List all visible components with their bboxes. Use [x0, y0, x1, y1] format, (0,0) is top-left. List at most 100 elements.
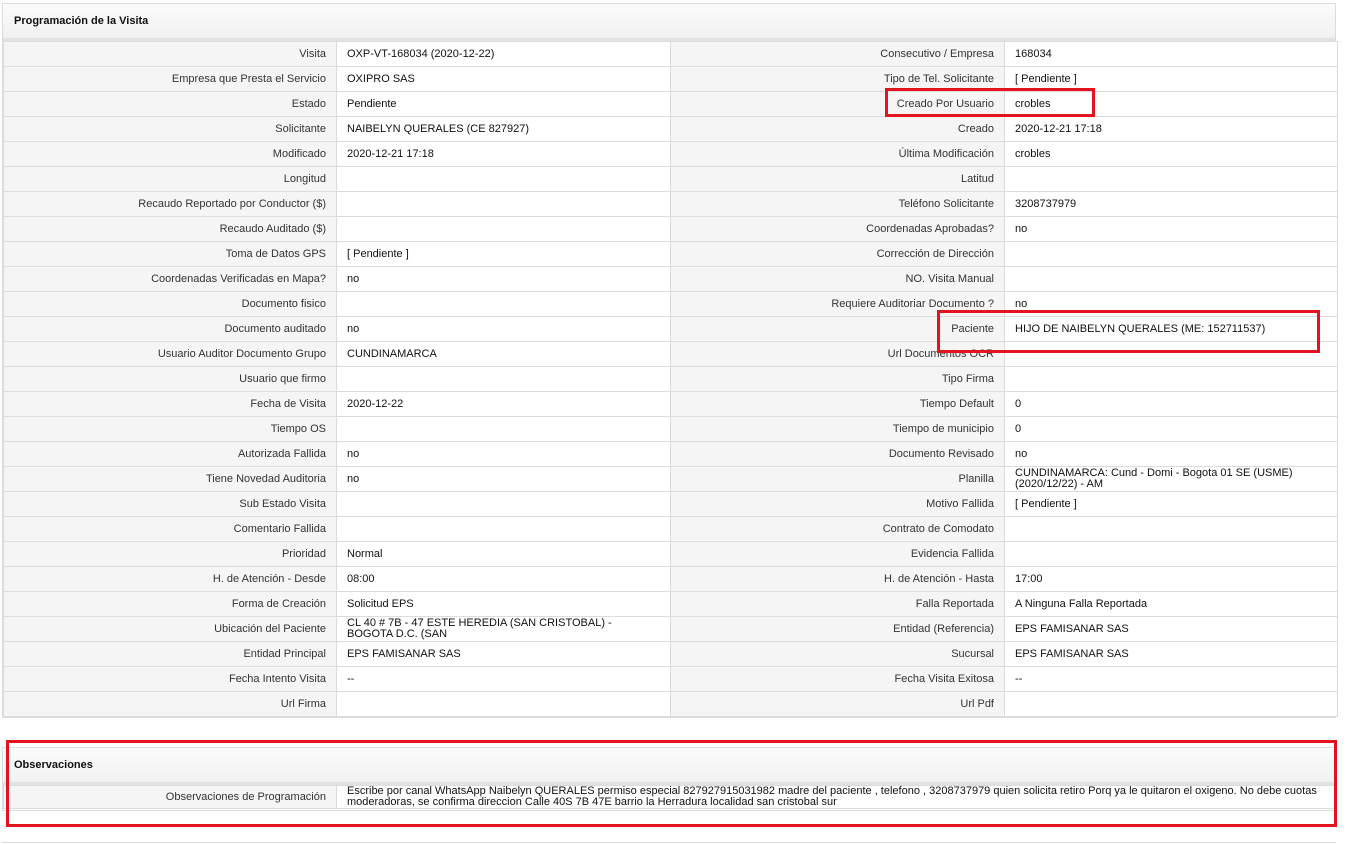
field-value: 17:00 — [1004, 566, 1338, 592]
table-row: Tiene Novedad Auditoria no Planilla CUNDIN… — [3, 466, 1338, 492]
field-label: Contrato de Comodato — [670, 516, 1005, 542]
field-value: 2020-12-22 — [336, 391, 671, 417]
field-label: Tiempo Default — [670, 391, 1005, 417]
field-label: Documento fisico — [3, 291, 337, 317]
field-label: Entidad Principal — [3, 641, 337, 667]
field-value: 0 — [1004, 416, 1338, 442]
field-label: Ubicación del Paciente — [3, 616, 337, 642]
observaciones-panel: Observaciones Observaciones de Programac… — [2, 747, 1336, 811]
table-row: Prioridad Normal Evidencia Fallida — [3, 541, 1338, 567]
table-row: Comentario Fallida Contrato de Comodato — [3, 516, 1338, 542]
table-row: Longitud Latitud — [3, 166, 1338, 192]
table-row: Modificado 2020-12-21 17:18 Última Modific… — [3, 141, 1338, 167]
field-label: Longitud — [3, 166, 337, 192]
field-label: Solicitante — [3, 116, 337, 142]
divider — [2, 842, 1336, 843]
field-value: CUNDINAMARCA: Cund - Domi - Bogota 01 SE… — [1004, 466, 1338, 492]
field-label: Tipo de Tel. Solicitante — [670, 66, 1005, 92]
field-label: Teléfono Solicitante — [670, 191, 1005, 217]
field-label: Autorizada Fallida — [3, 441, 337, 467]
field-value — [1004, 266, 1338, 292]
field-value: no — [336, 316, 671, 342]
field-value: 168034 — [1004, 41, 1338, 67]
field-label: Creado Por Usuario — [670, 91, 1005, 117]
field-label: Evidencia Fallida — [670, 541, 1005, 567]
field-value: A Ninguna Falla Reportada — [1004, 591, 1338, 617]
table-row: Observaciones de Programación Escribe po… — [3, 785, 1335, 809]
field-value: Normal — [336, 541, 671, 567]
field-value: no — [1004, 291, 1338, 317]
programacion-panel: Programación de la Visita Visita OXP-VT-1… — [2, 3, 1338, 718]
field-label: Creado — [670, 116, 1005, 142]
field-value — [336, 691, 671, 717]
field-value: no — [336, 441, 671, 467]
table-row: Estado Pendiente Creado Por Usuario crobles — [3, 91, 1338, 117]
field-label: Usuario Auditor Documento Grupo — [3, 341, 337, 367]
field-label: Recaudo Auditado ($) — [3, 216, 337, 242]
field-label: Coordenadas Verificadas en Mapa? — [3, 266, 337, 292]
field-label: Tipo Firma — [670, 366, 1005, 392]
programacion-table: Visita OXP-VT-168034 (2020-12-22) Consecut… — [3, 41, 1338, 717]
table-row: Url Firma Url Pdf — [3, 691, 1338, 717]
field-label: Tiempo OS — [3, 416, 337, 442]
field-label: Planilla — [670, 466, 1005, 492]
field-value: 2020-12-21 17:18 — [336, 141, 671, 167]
table-row: Ubicación del Paciente CL 40 # 7B - 47 ES… — [3, 616, 1338, 642]
field-value: EPS FAMISANAR SAS — [1004, 616, 1338, 642]
field-label: NO. Visita Manual — [670, 266, 1005, 292]
field-label: Corrección de Dirección — [670, 241, 1005, 267]
field-value — [336, 516, 671, 542]
field-value: crobles — [1004, 141, 1338, 167]
observaciones-title: Observaciones — [3, 748, 1335, 785]
field-value: EPS FAMISANAR SAS — [1004, 641, 1338, 667]
field-label: Comentario Fallida — [3, 516, 337, 542]
field-value: [ Pendiente ] — [1004, 66, 1338, 92]
field-label: Falla Reportada — [670, 591, 1005, 617]
field-value — [1004, 516, 1338, 542]
field-label: Empresa que Presta el Servicio — [3, 66, 337, 92]
field-label: H. de Atención - Hasta — [670, 566, 1005, 592]
table-row: Solicitante NAIBELYN QUERALES (CE 827927)… — [3, 116, 1338, 142]
field-label: Documento auditado — [3, 316, 337, 342]
field-value: no — [336, 466, 671, 492]
table-row: Visita OXP-VT-168034 (2020-12-22) Consecut… — [3, 41, 1338, 67]
field-label: Usuario que firmo — [3, 366, 337, 392]
table-row: Documento auditado no Paciente HIJO DE NAI… — [3, 316, 1338, 342]
field-value — [1004, 341, 1338, 367]
field-label: Latitud — [670, 166, 1005, 192]
table-row: H. de Atención - Desde 08:00 H. de Atenció… — [3, 566, 1338, 592]
field-label: Consecutivo / Empresa — [670, 41, 1005, 67]
field-value — [1004, 166, 1338, 192]
table-row: Empresa que Presta el Servicio OXIPRO SAS… — [3, 66, 1338, 92]
field-label: Tiene Novedad Auditoria — [3, 466, 337, 492]
field-value: EPS FAMISANAR SAS — [336, 641, 671, 667]
field-value — [1004, 541, 1338, 567]
field-label: Documento Revisado — [670, 441, 1005, 467]
table-row: Recaudo Reportado por Conductor ($) Teléf… — [3, 191, 1338, 217]
table-row: Recaudo Auditado ($) Coordenadas Aprobada… — [3, 216, 1338, 242]
table-row: Forma de Creación Solicitud EPS Falla Repo… — [3, 591, 1338, 617]
table-row: Fecha de Visita 2020-12-22 Tiempo Default… — [3, 391, 1338, 417]
field-value: 2020-12-21 17:18 — [1004, 116, 1338, 142]
field-value: Solicitud EPS — [336, 591, 671, 617]
field-label: Prioridad — [3, 541, 337, 567]
field-label: Sucursal — [670, 641, 1005, 667]
field-value: [ Pendiente ] — [336, 241, 671, 267]
field-label: Forma de Creación — [3, 591, 337, 617]
field-label: Modificado — [3, 141, 337, 167]
observaciones-label: Observaciones de Programación — [3, 785, 337, 809]
field-value: no — [1004, 441, 1338, 467]
field-value: NAIBELYN QUERALES (CE 827927) — [336, 116, 671, 142]
field-label: Fecha de Visita — [3, 391, 337, 417]
table-row: Fecha Intento Visita -- Fecha Visita Exit… — [3, 666, 1338, 692]
table-row: Usuario Auditor Documento Grupo CUNDINAMA… — [3, 341, 1338, 367]
field-label: Sub Estado Visita — [3, 491, 337, 517]
table-row: Usuario que firmo Tipo Firma — [3, 366, 1338, 392]
field-label: Recaudo Reportado por Conductor ($) — [3, 191, 337, 217]
table-row: Entidad Principal EPS FAMISANAR SAS Sucurs… — [3, 641, 1338, 667]
field-value — [336, 491, 671, 517]
table-row: Toma de Datos GPS[ Pendiente ] Corrección… — [3, 241, 1338, 267]
field-label: Url Pdf — [670, 691, 1005, 717]
field-value: HIJO DE NAIBELYN QUERALES (ME: 152711537… — [1004, 316, 1338, 342]
programacion-title: Programación de la Visita — [3, 4, 1335, 41]
